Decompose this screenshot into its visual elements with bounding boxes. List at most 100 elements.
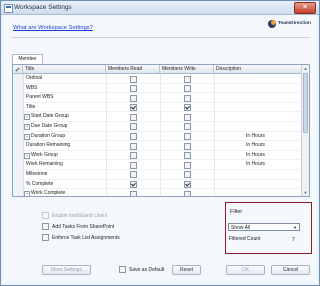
member-view-grid: Title Members Read Members Write Descrip… [12,64,310,197]
logo-text: TeamDirection [278,21,311,26]
scroll-down-icon[interactable]: ▼ [303,190,308,195]
more-settings-button[interactable]: More Settings [42,265,91,275]
row-selector[interactable] [13,141,24,150]
app-icon [4,4,13,13]
column-header-members-read[interactable]: Members Read [106,65,160,73]
column-header-members-write[interactable]: Members Write [160,65,214,73]
row-selector[interactable] [13,189,24,196]
save-as-default-option[interactable]: Save as Default [119,266,164,273]
members-write-checkbox[interactable] [184,75,191,83]
expand-plus-icon[interactable]: + [24,114,30,121]
select-all-corner[interactable] [13,65,23,73]
save-as-default-checkbox[interactable] [119,266,126,273]
row-title: Ordinal [26,75,43,81]
title-bar: Workspace Settings ✕ [1,1,319,15]
members-write-checkbox[interactable] [184,152,191,160]
members-read-checkbox[interactable] [130,142,137,150]
row-selector[interactable] [13,150,24,160]
row-selector[interactable] [13,112,24,121]
filter-selected-value: Show All [231,225,251,231]
table-row[interactable]: % Complete [13,179,309,190]
help-link[interactable]: What are Workspace Settings? [13,25,93,31]
row-selector[interactable] [13,160,24,169]
row-description: In Hours [246,151,265,158]
expand-plus-icon[interactable]: + [24,152,30,159]
members-read-checkbox[interactable] [130,161,137,169]
row-selector[interactable] [13,169,24,179]
members-read-checkbox[interactable] [130,94,137,102]
members-write-checkbox[interactable] [184,94,191,102]
add-tasks-sharepoint-checkbox[interactable] [42,223,49,230]
members-read-checkbox[interactable] [130,133,137,141]
row-title: Duration Remaining [26,142,71,149]
cancel-button[interactable]: Cancel [271,265,310,275]
expand-plus-icon[interactable]: + [24,123,30,130]
row-selector[interactable] [13,121,24,131]
table-row[interactable]: Milestone [13,169,309,180]
table-row[interactable]: WBS [13,83,309,94]
row-selector[interactable] [13,83,24,93]
members-write-checkbox[interactable] [184,161,191,169]
enable-intelligantt-checkbox [42,212,49,219]
scroll-up-icon[interactable]: ▲ [303,66,308,71]
reset-button[interactable]: Reset [172,265,201,275]
grid-header: Title Members Read Members Write Descrip… [13,65,309,74]
members-write-checkbox[interactable] [184,123,191,131]
tab-member-view[interactable]: Member View [12,54,43,71]
row-selector[interactable] [13,131,24,141]
members-read-checkbox[interactable] [130,171,137,179]
members-write-checkbox[interactable] [184,104,191,112]
enforce-assignments-option[interactable]: Enforce Task List Assignments [42,234,120,241]
table-row[interactable]: Work Remaining In Hours [13,160,309,170]
members-read-checkbox[interactable] [130,75,137,83]
row-title: Duration Group [31,132,66,139]
members-read-checkbox[interactable] [130,152,137,160]
table-row[interactable]: Parent WBS [13,93,309,103]
enforce-assignments-checkbox[interactable] [42,234,49,241]
row-selector[interactable] [13,93,24,102]
close-button[interactable]: ✕ [294,2,316,14]
column-header-description[interactable]: Description [214,65,302,73]
window-title: Workspace Settings [14,4,72,11]
table-row[interactable]: Ordinal [13,74,309,84]
row-selector[interactable] [13,179,24,189]
expand-plus-icon[interactable]: + [24,133,30,140]
table-row[interactable]: + Work Group In Hours [13,150,309,161]
members-write-checkbox[interactable] [184,142,191,150]
column-header-title[interactable]: Title [23,65,106,73]
row-selector[interactable] [13,102,24,112]
row-description: In Hours [246,132,265,139]
row-title: WBS [26,84,38,91]
add-tasks-sharepoint-option[interactable]: Add Tasks From SharePoint [42,223,114,230]
grid-rows: Ordinal WBS Parent WBS Title + Start Date Gro… [13,74,309,196]
grid-scrollbar[interactable]: ▲ ▼ [301,65,309,196]
table-row[interactable]: + Work Complete [13,189,309,196]
teamdirection-logo: TeamDirection [268,19,312,29]
members-read-checkbox[interactable] [130,190,137,196]
members-write-checkbox[interactable] [184,171,191,179]
members-read-checkbox[interactable] [130,113,137,121]
members-write-checkbox[interactable] [184,133,191,141]
table-row[interactable]: Duration Remaining In Hours [13,141,309,151]
members-write-checkbox[interactable] [184,113,191,121]
table-row[interactable]: + Start Date Group [13,112,309,122]
members-read-checkbox[interactable] [130,85,137,93]
members-write-checkbox[interactable] [184,190,191,196]
members-write-checkbox[interactable] [184,85,191,93]
enable-intelligantt-label: Enable IntelliGantt Users [52,212,108,219]
members-read-checkbox[interactable] [130,181,137,189]
members-read-checkbox[interactable] [130,123,137,131]
table-row[interactable]: + Due Date Group [13,121,309,132]
scroll-thumb[interactable] [303,73,308,133]
members-read-checkbox[interactable] [130,104,137,112]
row-title: Work Group [31,151,58,158]
expand-plus-icon[interactable]: + [24,191,30,196]
ok-button[interactable]: OK [226,265,265,275]
filtered-count-label: Filtered Count [229,236,261,242]
row-selector[interactable] [13,74,24,83]
members-write-checkbox[interactable] [184,181,191,189]
table-row[interactable]: Title [13,102,309,113]
table-row[interactable]: + Duration Group In Hours [13,131,309,142]
chevron-down-icon[interactable]: ▼ [292,224,298,230]
filter-select[interactable]: Show All ▼ [228,223,300,231]
